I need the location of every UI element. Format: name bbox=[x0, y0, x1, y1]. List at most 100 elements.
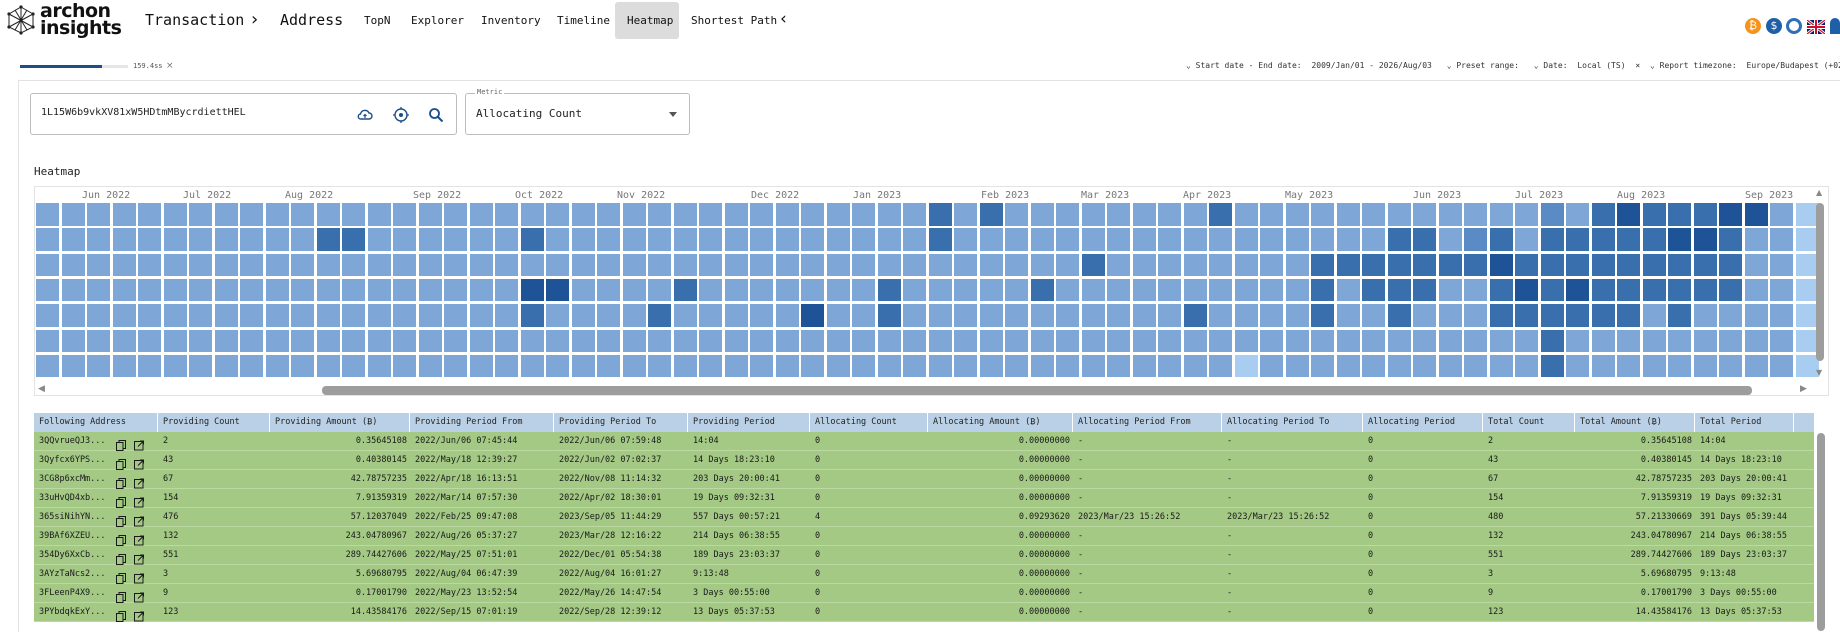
heatmap-cell[interactable] bbox=[1719, 304, 1742, 327]
heatmap-cell[interactable] bbox=[316, 354, 340, 378]
heatmap-cell[interactable] bbox=[673, 354, 697, 378]
heatmap-cell[interactable] bbox=[1030, 354, 1054, 378]
heatmap-cell[interactable] bbox=[1362, 253, 1385, 277]
heatmap-cell[interactable] bbox=[622, 253, 646, 277]
heatmap-cell[interactable] bbox=[1387, 253, 1411, 277]
heatmap-cell[interactable] bbox=[1081, 228, 1105, 251]
heatmap-cell[interactable] bbox=[673, 253, 697, 277]
heatmap-cell[interactable] bbox=[520, 278, 544, 302]
heatmap-cell[interactable] bbox=[699, 304, 722, 327]
heatmap-cell[interactable] bbox=[1387, 304, 1411, 327]
heatmap-cell[interactable] bbox=[1617, 228, 1640, 251]
heatmap-cell[interactable] bbox=[520, 203, 544, 226]
heatmap-cell[interactable] bbox=[1515, 203, 1538, 226]
heatmap-cell[interactable] bbox=[316, 203, 340, 226]
heatmap-cell[interactable] bbox=[852, 354, 875, 378]
heatmap-cell[interactable] bbox=[1209, 278, 1232, 302]
collapse-nav-icon[interactable]: ‹ bbox=[780, 9, 787, 29]
heatmap-cell[interactable] bbox=[1617, 329, 1640, 352]
heatmap-cell[interactable] bbox=[699, 278, 722, 302]
address-search-input[interactable] bbox=[41, 107, 341, 118]
heatmap-cell[interactable] bbox=[928, 228, 952, 251]
heatmap-cell[interactable] bbox=[1285, 203, 1309, 226]
heatmap-cell[interactable] bbox=[979, 329, 1003, 352]
heatmap-cell[interactable] bbox=[877, 304, 901, 327]
heatmap-cell[interactable] bbox=[1362, 278, 1385, 302]
heatmap-cell[interactable] bbox=[1234, 354, 1258, 378]
heatmap-cell[interactable] bbox=[622, 354, 646, 378]
heatmap-cell[interactable] bbox=[546, 304, 569, 327]
heatmap-cell[interactable] bbox=[597, 278, 620, 302]
heatmap-cell[interactable] bbox=[1183, 203, 1207, 226]
heatmap-cell[interactable] bbox=[1668, 329, 1691, 352]
heatmap-cell[interactable] bbox=[469, 203, 493, 226]
heatmap-cell[interactable] bbox=[444, 203, 467, 226]
heatmap-cell[interactable] bbox=[1770, 253, 1793, 277]
heatmap-cell[interactable] bbox=[112, 253, 136, 277]
heatmap-cell[interactable] bbox=[1642, 278, 1666, 302]
heatmap-cell[interactable] bbox=[622, 304, 646, 327]
heatmap-cell[interactable] bbox=[1566, 278, 1589, 302]
heatmap-cell[interactable] bbox=[1056, 354, 1079, 378]
copy-icon[interactable] bbox=[116, 531, 126, 546]
heatmap-cell[interactable] bbox=[520, 304, 544, 327]
heatmap-cell[interactable] bbox=[189, 278, 212, 302]
heatmap-cell[interactable] bbox=[189, 354, 212, 378]
heatmap-cell[interactable] bbox=[1438, 228, 1462, 251]
nav-inventory[interactable]: Inventory bbox=[481, 14, 541, 27]
heatmap-cell[interactable] bbox=[622, 278, 646, 302]
heatmap-cell[interactable] bbox=[36, 203, 59, 226]
heatmap-cell[interactable] bbox=[1770, 354, 1793, 378]
heatmap-cell[interactable] bbox=[1056, 253, 1079, 277]
table-row[interactable]: 39BAf6XZEU... 132 243.04780967 2022/Aug/26 … bbox=[34, 527, 1814, 546]
heatmap-cell[interactable] bbox=[1770, 278, 1793, 302]
heatmap-cell[interactable] bbox=[877, 329, 901, 352]
heatmap-cell[interactable] bbox=[1489, 228, 1513, 251]
heatmap-cell[interactable] bbox=[36, 354, 59, 378]
table-row[interactable]: 3PYbdqkExY... 123 14.43584176 2022/Sep/15 0… bbox=[34, 603, 1814, 622]
heatmap-cell[interactable] bbox=[418, 304, 442, 327]
heatmap-cell[interactable] bbox=[1540, 228, 1564, 251]
heatmap-cell[interactable] bbox=[1260, 278, 1283, 302]
heatmap-cell[interactable] bbox=[189, 329, 212, 352]
heatmap-cell[interactable] bbox=[1668, 304, 1691, 327]
heatmap-cell[interactable] bbox=[1209, 329, 1232, 352]
heatmap-cell[interactable] bbox=[495, 329, 518, 352]
timezone-filter[interactable]: ⌄ Report timezone: Europe/Budapest (+02:… bbox=[1650, 61, 1840, 70]
nav-shortest-path[interactable]: Shortest Path bbox=[691, 14, 777, 27]
heatmap-cell[interactable] bbox=[597, 329, 620, 352]
heatmap-cell[interactable] bbox=[240, 253, 263, 277]
heatmap-cell[interactable] bbox=[597, 354, 620, 378]
heatmap-cell[interactable] bbox=[342, 203, 365, 226]
heatmap-cell[interactable] bbox=[1005, 329, 1028, 352]
heatmap-cell[interactable] bbox=[87, 203, 110, 226]
heatmap-cell[interactable] bbox=[1081, 253, 1105, 277]
heatmap-cell[interactable] bbox=[775, 253, 799, 277]
heatmap-cell[interactable] bbox=[87, 304, 110, 327]
heatmap-cell[interactable] bbox=[673, 228, 697, 251]
heatmap-cell[interactable] bbox=[87, 278, 110, 302]
heatmap-cell[interactable] bbox=[418, 253, 442, 277]
heatmap-cell[interactable] bbox=[469, 304, 493, 327]
heatmap-cell[interactable] bbox=[928, 354, 952, 378]
heatmap-cell[interactable] bbox=[648, 253, 671, 277]
heatmap-cell[interactable] bbox=[1591, 203, 1615, 226]
heatmap-cell[interactable] bbox=[1260, 228, 1283, 251]
heatmap-cell[interactable] bbox=[1744, 203, 1768, 226]
heatmap-cell[interactable] bbox=[291, 228, 314, 251]
heatmap-cell[interactable] bbox=[1056, 203, 1079, 226]
heatmap-cell[interactable] bbox=[418, 228, 442, 251]
heatmap-cell[interactable] bbox=[240, 203, 263, 226]
heatmap-cell[interactable] bbox=[1311, 329, 1334, 352]
heatmap-cell[interactable] bbox=[903, 278, 926, 302]
heatmap-cell[interactable] bbox=[1005, 253, 1028, 277]
open-external-icon[interactable] bbox=[134, 607, 144, 622]
column-header[interactable]: Providing Period To bbox=[554, 413, 688, 432]
uk-flag-icon[interactable] bbox=[1806, 18, 1826, 36]
heatmap-cell[interactable] bbox=[1413, 278, 1436, 302]
heatmap-cell[interactable] bbox=[546, 329, 569, 352]
heatmap-cell[interactable] bbox=[1515, 304, 1538, 327]
column-header[interactable]: Total Count bbox=[1483, 413, 1575, 432]
open-external-icon[interactable] bbox=[134, 550, 144, 565]
heatmap-cell[interactable] bbox=[954, 203, 977, 226]
